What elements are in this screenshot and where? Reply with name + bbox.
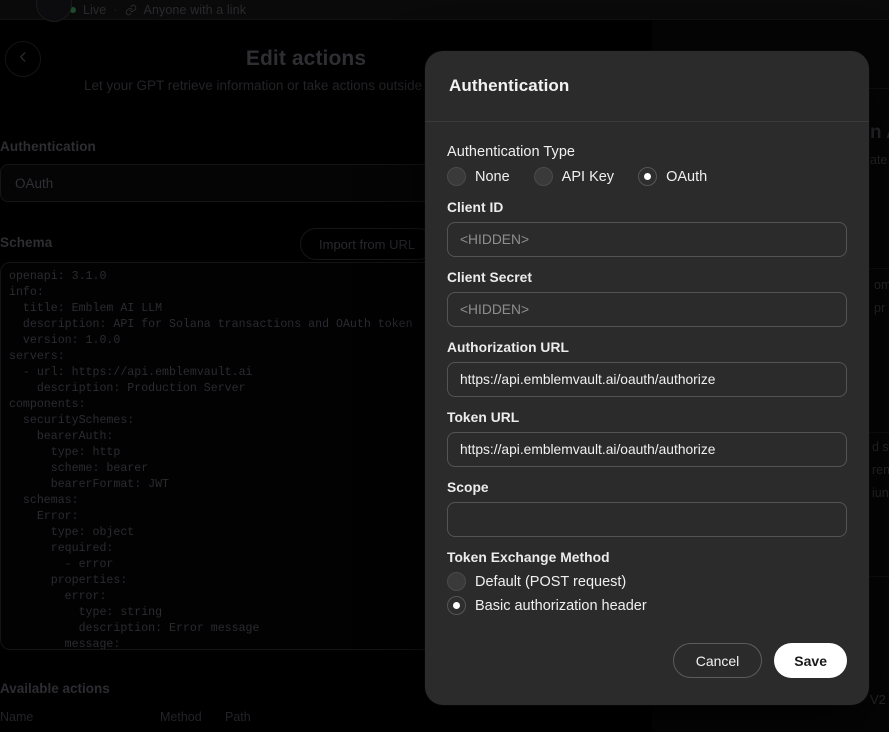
import-from-url-label: Import from URL	[319, 236, 416, 252]
radio-default-post-icon[interactable]	[447, 572, 466, 591]
token-exchange-radio-group: Default (POST request) Basic authorizati…	[447, 572, 847, 615]
dialog-header: Authentication	[425, 51, 869, 122]
gpt-topbar: Live · Anyone with a link	[0, 0, 889, 22]
available-actions-label: Available actions	[0, 681, 110, 696]
cancel-button[interactable]: Cancel	[672, 643, 763, 678]
radio-option-api-key[interactable]: API Key	[533, 167, 615, 186]
authentication-select-value: OAuth	[15, 175, 54, 191]
right-fragment-6: ren	[872, 463, 889, 477]
topbar-separator: ·	[113, 2, 118, 17]
radio-default-post-label: Default (POST request)	[475, 573, 627, 590]
column-header-method: Method	[160, 710, 202, 724]
radio-api-key-icon[interactable]	[533, 167, 553, 186]
radio-option-none[interactable]: None	[447, 167, 510, 186]
column-header-path: Path	[225, 710, 251, 724]
radio-oauth-label: OAuth	[666, 168, 708, 185]
radio-none-label: None	[475, 168, 510, 185]
radio-basic-auth-header-icon[interactable]	[447, 596, 466, 615]
authentication-type-label: Authentication Type	[447, 144, 576, 160]
live-status-label: Live	[83, 2, 107, 17]
column-header-name: Name	[0, 710, 34, 724]
radio-option-oauth[interactable]: OAuth	[638, 167, 707, 186]
radio-none-icon[interactable]	[447, 167, 466, 186]
screen: Live · Anyone with a link Edit actions L…	[0, 0, 889, 732]
right-fragment-5: d s	[872, 440, 889, 454]
schema-section-label: Schema	[0, 235, 53, 250]
link-icon	[125, 4, 137, 16]
authentication-type-radio-group: None API Key OAuth	[447, 167, 847, 186]
client-secret-label: Client Secret	[447, 270, 532, 285]
right-fragment-7: iun	[872, 486, 889, 500]
save-button[interactable]: Save	[774, 643, 847, 678]
dialog-footer: Cancel Save	[672, 643, 847, 678]
radio-oauth-icon[interactable]	[638, 167, 658, 186]
right-fragment-2: ate	[870, 153, 888, 167]
authentication-section-label: Authentication	[0, 139, 96, 154]
right-fragment-4: pr	[874, 301, 886, 315]
import-from-url-button[interactable]: Import from URL	[300, 228, 435, 260]
token-url-input[interactable]	[447, 432, 847, 467]
authorization-url-input[interactable]	[447, 362, 847, 397]
scope-label: Scope	[447, 480, 489, 495]
right-fragment-3: om	[874, 278, 889, 292]
authentication-dialog: Authentication Authentication Type None …	[425, 51, 869, 705]
client-id-input[interactable]	[447, 222, 847, 257]
client-secret-input[interactable]	[447, 292, 847, 327]
radio-option-default-post[interactable]: Default (POST request)	[447, 572, 847, 591]
dialog-title: Authentication	[449, 76, 570, 95]
gpt-avatar	[36, 0, 72, 22]
radio-option-basic-auth-header[interactable]: Basic authorization header	[447, 596, 847, 615]
right-fragment-1: n A	[870, 122, 889, 143]
dialog-body: Authentication Type None API Key OAuth C…	[425, 122, 869, 615]
token-url-label: Token URL	[447, 410, 520, 425]
scope-input[interactable]	[447, 502, 847, 537]
radio-api-key-label: API Key	[561, 168, 615, 185]
authorization-url-label: Authorization URL	[447, 340, 569, 355]
radio-basic-auth-header-label: Basic authorization header	[475, 597, 647, 614]
right-fragment-8: V2	[870, 692, 886, 707]
client-id-label: Client ID	[447, 200, 504, 215]
token-exchange-method-label: Token Exchange Method	[447, 550, 610, 565]
visibility-label: Anyone with a link	[143, 2, 247, 17]
available-actions-table-header: Name Method Path	[0, 710, 636, 724]
